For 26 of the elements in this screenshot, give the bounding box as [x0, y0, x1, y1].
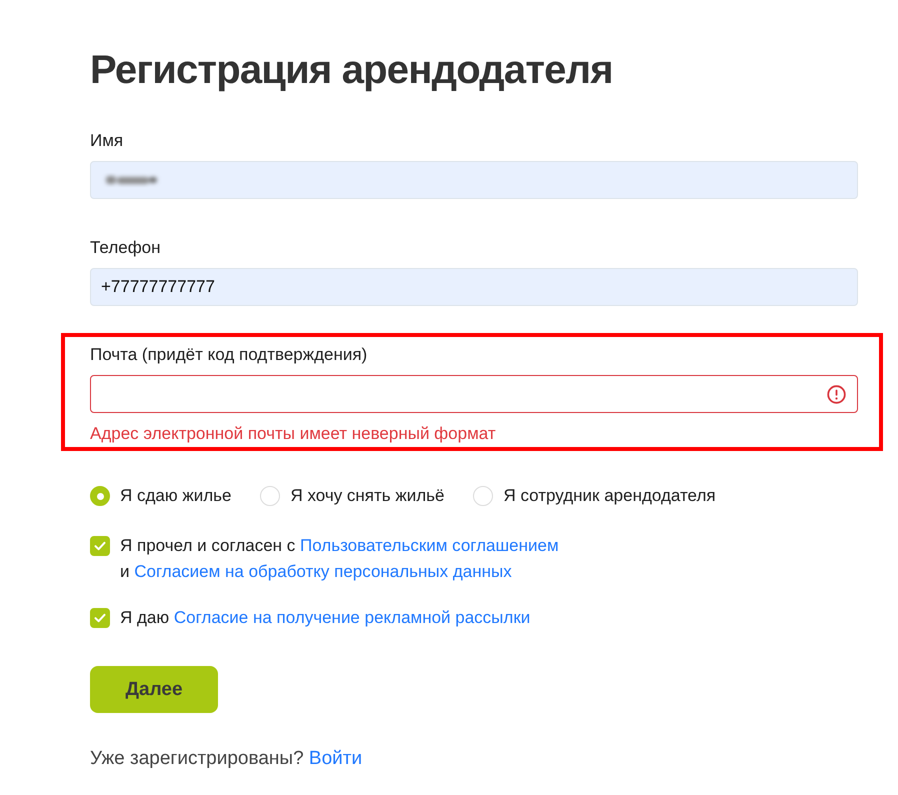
option-label[interactable]: Я хочу снять жильё [290, 486, 444, 506]
error-message: Адрес электронной почты имеет неверный формат [90, 424, 496, 444]
exclamation-circle-icon [827, 385, 846, 404]
agreement-text: Я даю Согласие на получение рекламной рассылки [120, 607, 530, 629]
radio-button[interactable] [473, 486, 494, 506]
checkmark-icon [94, 541, 106, 551]
login-link[interactable]: Войти [308, 748, 362, 769]
field-label: Почта (придёт код подтверждения) [90, 345, 368, 365]
radio-button[interactable] [260, 486, 280, 506]
agreement-link[interactable]: Согласием на обработку персональных данных [134, 562, 512, 581]
input-field[interactable] [90, 375, 858, 413]
input-field[interactable]: +77777777777 [90, 268, 858, 306]
option-label[interactable]: Я сотрудник арендодателя [503, 486, 716, 506]
login-prompt: Уже зарегистрированы? Войти [90, 747, 362, 771]
agreement-link[interactable]: Согласие на получение рекламной рассылки [174, 608, 530, 627]
next-button[interactable]: Далее [90, 666, 218, 713]
radio-button[interactable] [90, 486, 110, 506]
agreement-text: Я прочел и согласен с Пользовательским соглашением и Согласием на обработку персональных данных [120, 535, 559, 583]
option-label[interactable]: Я сдаю жилье [120, 486, 232, 506]
page-title: Регистрация арендодателя [90, 47, 614, 94]
field-label: Имя [90, 131, 124, 151]
checkbox[interactable] [90, 536, 110, 556]
checkbox[interactable] [90, 608, 110, 628]
field-label: Телефон [90, 238, 161, 258]
checkmark-icon [94, 613, 106, 623]
agreement-link[interactable]: Пользовательским соглашением [300, 536, 559, 555]
